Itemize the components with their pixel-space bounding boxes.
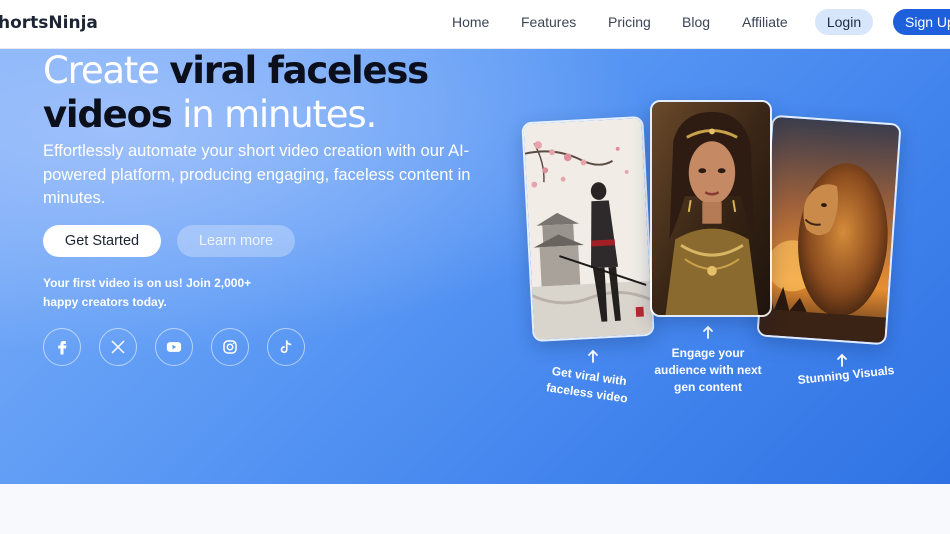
tiktok-icon[interactable] — [267, 328, 305, 366]
headline-videos: videos — [43, 93, 173, 136]
brand-name: hortsNinja — [0, 13, 98, 33]
login-button[interactable]: Login — [815, 9, 873, 35]
next-section — [0, 484, 950, 534]
learn-more-button[interactable]: Learn more — [177, 225, 295, 257]
promo-text: Your first video is on us! Join 2,000+ h… — [43, 276, 252, 309]
hero-subtext: Effortlessly automate your short video c… — [43, 142, 471, 207]
caption-viral-text: Get viral with faceless video — [545, 363, 629, 406]
nav-pricing[interactable]: Pricing — [608, 14, 651, 30]
top-navbar: hortsNinja Home Features Pricing Blog Af… — [0, 0, 950, 49]
nav-blog[interactable]: Blog — [682, 14, 710, 30]
nav-home[interactable]: Home — [452, 14, 489, 30]
caption-viral: Get viral with faceless video — [538, 361, 638, 408]
x-icon[interactable] — [99, 328, 137, 366]
caption-visuals-text: Stunning Visuals — [796, 362, 895, 388]
hero-section: Create viral faceless videos in minutes.… — [0, 49, 950, 484]
signup-button[interactable]: Sign Up — [893, 9, 950, 35]
nav-affiliate[interactable]: Affiliate — [742, 14, 788, 30]
hero-headline: Create viral faceless videos in minutes. — [43, 49, 429, 137]
brand-logo[interactable]: hortsNinja — [0, 13, 98, 33]
headline-create: Create — [43, 49, 170, 92]
arrow-up-icon — [703, 325, 713, 339]
facebook-icon[interactable] — [43, 328, 81, 366]
samurai-warrior-image — [521, 115, 655, 343]
arrow-up-icon — [837, 353, 847, 367]
headline-in-minutes: in minutes. — [171, 93, 377, 136]
headline-viral-faceless: viral faceless — [169, 49, 429, 92]
youtube-icon[interactable] — [155, 328, 193, 366]
get-started-button[interactable]: Get Started — [43, 225, 161, 257]
instagram-icon[interactable] — [211, 328, 249, 366]
caption-engage-text: Engage your audience with next gen conte… — [654, 346, 762, 394]
caption-engage: Engage your audience with next gen conte… — [648, 345, 768, 396]
warrior-woman-image — [650, 100, 772, 317]
nav-features[interactable]: Features — [521, 14, 576, 30]
lion-sunset-image — [756, 114, 902, 346]
arrow-up-icon — [588, 349, 598, 363]
